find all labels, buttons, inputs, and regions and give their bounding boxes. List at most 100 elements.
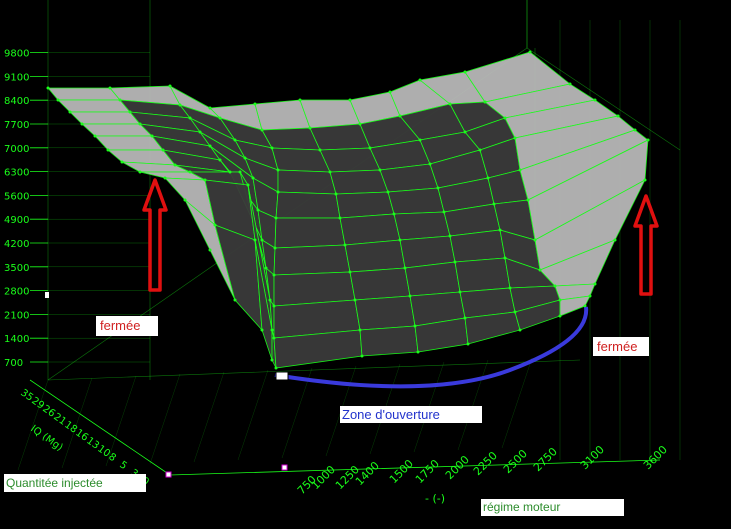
mesh-node: [528, 50, 532, 54]
mesh-node: [492, 202, 496, 206]
arrow-up-left: [142, 178, 168, 292]
mesh-node: [260, 238, 264, 242]
y-axis-line: [29, 379, 171, 476]
axis-marker: [275, 371, 289, 381]
x-tick-label: 1400: [353, 459, 382, 488]
mesh-node: [558, 314, 562, 318]
mesh-node: [418, 78, 422, 82]
mesh-node: [120, 160, 124, 164]
z-tick-label: 1400: [4, 334, 29, 345]
mesh-node: [503, 256, 507, 260]
mesh-node: [403, 266, 407, 270]
z-tick-label: 700: [4, 358, 23, 369]
mesh-node: [518, 328, 522, 332]
mesh-node: [558, 298, 562, 302]
mesh-node: [348, 98, 352, 102]
mesh-node: [318, 148, 322, 152]
surface-cell: [449, 229, 506, 263]
mesh-node: [260, 128, 264, 132]
mesh-node: [203, 178, 207, 182]
mesh-node: [251, 176, 255, 180]
mesh-node: [168, 84, 172, 88]
z-tick-label: 4200: [4, 239, 29, 250]
mesh-node: [526, 198, 530, 202]
mesh-node: [56, 98, 60, 102]
mesh-node: [243, 156, 247, 160]
mesh-node: [643, 178, 647, 182]
z-tick-label: 6300: [4, 168, 29, 179]
x-tick-label: 1500: [387, 457, 416, 486]
mesh-node: [513, 136, 517, 140]
x-tick-label: 2750: [531, 445, 560, 474]
x-tick-label: 1750: [413, 457, 442, 486]
mesh-node: [508, 286, 512, 290]
surface-cell: [273, 244, 351, 276]
arrow-up-right: [633, 194, 659, 296]
mesh-node: [233, 138, 237, 142]
mesh-node: [613, 238, 617, 242]
mesh-node: [348, 270, 352, 274]
mesh-node: [276, 168, 280, 172]
surface-cell: [47, 87, 121, 101]
mesh-node: [463, 70, 467, 74]
mesh-node: [453, 260, 457, 264]
mesh-node: [188, 116, 192, 120]
mesh-node: [358, 328, 362, 332]
surface-cell: [339, 213, 401, 246]
z-axis-ticks: 700 1400 2100 2800 3500 4200 4900 5600 6300 7000 7…: [4, 49, 29, 369]
mesh-node: [274, 366, 278, 370]
mesh-node: [218, 116, 222, 120]
mesh-node: [360, 354, 364, 358]
mesh-node: [568, 82, 572, 86]
x-unit-label: - (-): [425, 492, 445, 505]
mesh-node: [108, 86, 112, 90]
z-tick-label: 9800: [4, 49, 29, 60]
closed-right-label: fermée: [593, 337, 649, 356]
mesh-node: [538, 268, 542, 272]
mesh-node: [593, 282, 597, 286]
mesh-node: [416, 350, 420, 354]
surface-cell: [454, 257, 511, 293]
mesh-node: [228, 170, 232, 174]
z-tick-label: 7000: [4, 144, 29, 155]
mesh-node: [274, 216, 278, 220]
mesh-node: [483, 100, 487, 104]
mesh-node: [428, 162, 432, 166]
mesh-node: [238, 170, 242, 174]
mesh-node: [463, 316, 467, 320]
x-tick-label: 2000: [443, 453, 472, 482]
mesh-node: [260, 328, 264, 332]
mesh-node: [448, 102, 452, 106]
floor-grid-line: [149, 373, 181, 465]
mesh-node: [334, 192, 338, 196]
mesh-node: [343, 243, 347, 247]
mesh-node: [213, 223, 217, 227]
mesh-node: [353, 298, 357, 302]
x-tick-label: 2250: [471, 449, 500, 478]
mesh-node: [173, 163, 177, 167]
z-tick-label: 2100: [4, 310, 29, 321]
mesh-node: [80, 122, 84, 126]
mesh-node: [388, 90, 392, 94]
mesh-node: [368, 146, 372, 150]
mesh-node: [208, 144, 212, 148]
mesh-node: [553, 284, 557, 288]
mesh-node: [188, 170, 192, 174]
mesh-node: [272, 336, 276, 340]
mesh-node: [408, 294, 412, 298]
mesh-node: [253, 238, 257, 242]
surface-cell: [335, 191, 395, 219]
y-axis-ticks: 35292621181613108530IQ (Mg): [18, 387, 151, 488]
mesh-node: [198, 130, 202, 134]
mesh-node: [276, 190, 280, 194]
mesh-node: [486, 176, 490, 180]
z-tick-label: 4900: [4, 215, 29, 226]
mesh-node: [646, 138, 650, 142]
z-marker: [45, 292, 49, 298]
mesh-node: [358, 122, 362, 126]
z-tick-label: 3500: [4, 263, 29, 274]
mesh-node: [498, 228, 502, 232]
mesh-node: [378, 168, 382, 172]
surface-cell: [299, 99, 361, 129]
mesh-node: [272, 273, 276, 277]
